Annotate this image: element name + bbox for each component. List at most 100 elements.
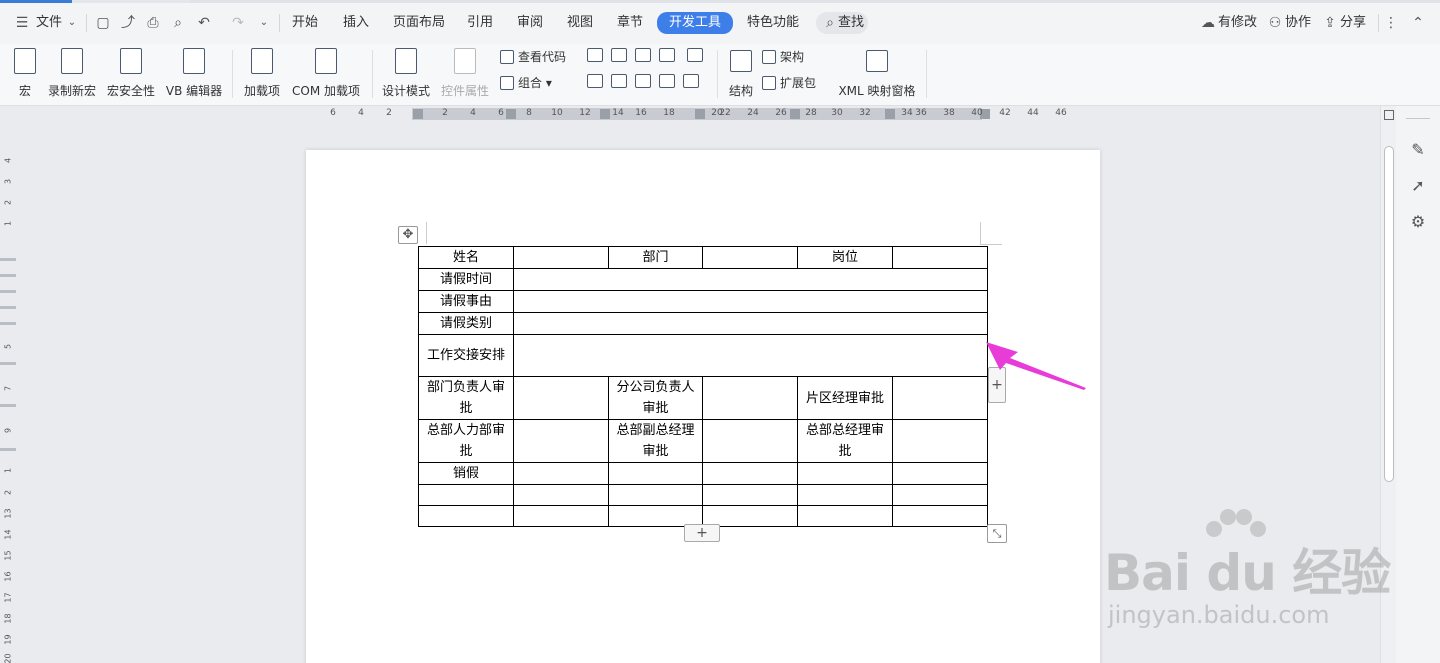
table-cell[interactable] [797,462,893,485]
customize-icon[interactable]: ⌄ [254,13,274,33]
undo-icon[interactable]: ↶ [194,13,214,33]
modified-status[interactable]: 有修改 [1218,13,1257,33]
tab-home[interactable]: 开始 [292,13,318,33]
print-icon[interactable]: ⎙ [143,13,163,33]
table-cell[interactable] [892,419,988,463]
table-cell[interactable] [513,312,988,335]
export-icon[interactable]: ⤴ [118,13,138,33]
tab-chapter[interactable]: 章节 [617,13,643,33]
table-cell[interactable]: 请假类别 [418,312,514,335]
horizontal-ruler[interactable]: 6 4 2 2 4 6 8 10 12 14 16 18 20 22 24 26… [0,106,1380,122]
vb-editor-button[interactable]: VB 编辑器 [164,48,224,99]
rich-text-control-icon[interactable] [611,48,627,62]
table-cell[interactable] [418,505,514,527]
table-cell[interactable] [513,246,609,269]
select-cursor-icon[interactable]: ➚ [1408,176,1428,196]
text-control-icon[interactable] [587,48,603,62]
scroll-top-icon[interactable] [1384,110,1394,120]
chevron-down-icon[interactable]: ⌄ [62,13,82,33]
table-cell[interactable]: 总部副总经理审批 [608,419,703,463]
vertical-ruler[interactable]: 4 3 2 1 5 7 9 1 2 13 14 15 16 17 18 19 2… [0,122,18,663]
addins-button[interactable]: 加载项 [242,48,282,99]
table-cell[interactable]: 销假 [418,462,514,485]
tab-review[interactable]: 审阅 [517,13,543,33]
table-cell[interactable]: 请假时间 [418,268,514,291]
table-cell[interactable] [513,484,609,506]
table-cell[interactable]: 工作交接安排 [418,334,514,377]
table-cell[interactable] [892,505,988,527]
table-cell[interactable] [608,484,703,506]
more-options-icon[interactable]: ⋮ [1381,13,1401,33]
table-cell[interactable] [513,505,609,527]
legacy-tools-icon[interactable] [683,74,699,88]
cloud-sync-icon[interactable]: ☁ [1198,13,1218,33]
table-cell[interactable] [892,484,988,506]
xml-pane-button[interactable]: XML 映射窗格 [834,48,920,99]
structure-button[interactable]: 结构 [726,48,756,99]
table-cell[interactable] [702,419,798,463]
combo-control-icon[interactable] [659,48,675,62]
redo-icon[interactable]: ↷ [228,13,248,33]
collapse-ribbon-icon[interactable]: ⌃ [1408,13,1428,33]
table-cell[interactable] [608,462,703,485]
table-cell[interactable]: 部门 [608,246,703,269]
share-icon[interactable]: ⇪ [1320,13,1340,33]
hamburger-menu-icon[interactable]: ☰ [12,13,32,33]
collab-button[interactable]: 协作 [1285,13,1311,33]
macro-security-button[interactable]: 宏安全性 [104,48,158,99]
table-cell[interactable] [513,419,609,463]
view-code-button[interactable]: 查看代码 [500,48,566,66]
table-cell[interactable]: 请假事由 [418,290,514,313]
checkbox-control-icon[interactable] [687,48,703,62]
schema-button[interactable]: 架构 [762,48,804,66]
dropdown-control-icon[interactable] [587,74,603,88]
table-cell[interactable] [513,376,609,420]
tab-developer[interactable]: 开发工具 [657,12,734,34]
group-button[interactable]: 组合 ▾ [500,74,552,92]
share-button[interactable]: 分享 [1340,13,1366,33]
table-cell[interactable]: 岗位 [797,246,893,269]
table-cell[interactable] [892,462,988,485]
date-control-icon[interactable] [611,74,627,88]
table-resize-handle[interactable]: ⤡ [987,524,1007,543]
table-cell[interactable]: 姓名 [418,246,514,269]
table-cell[interactable] [797,484,893,506]
control-properties-button[interactable]: 控件属性 [438,48,492,99]
vertical-scrollbar[interactable] [1380,106,1396,663]
table-cell[interactable] [513,334,988,377]
table-cell[interactable] [702,484,798,506]
table-cell[interactable]: 片区经理审批 [797,376,893,420]
collab-icon[interactable]: ⚇ [1265,13,1285,33]
table-cell[interactable] [513,268,988,291]
tab-references[interactable]: 引用 [467,13,493,33]
macro-button[interactable]: 宏 [12,48,38,99]
table-cell[interactable] [797,505,893,527]
table-cell[interactable] [702,246,798,269]
scrollbar-thumb[interactable] [1384,146,1394,482]
com-addins-button[interactable]: COM 加载项 [288,48,364,99]
expansion-pack-button[interactable]: 扩展包 [762,74,816,92]
add-row-button[interactable]: + [684,524,720,542]
table-cell[interactable] [513,462,609,485]
picture-control-icon[interactable] [635,48,651,62]
table-cell[interactable]: 部门负责人审批 [418,376,514,420]
save-icon[interactable]: ▢ [93,13,113,33]
table-cell[interactable] [702,462,798,485]
record-macro-button[interactable]: 录制新宏 [46,48,98,99]
table-cell[interactable]: 分公司负责人审批 [608,376,703,420]
table-cell[interactable]: 总部总经理审批 [797,419,893,463]
tab-view[interactable]: 视图 [567,13,593,33]
tab-insert[interactable]: 插入 [343,13,369,33]
print-preview-icon[interactable]: ⌕ [168,13,188,33]
repeat-control-icon[interactable] [659,74,675,88]
edit-pen-icon[interactable]: ✎ [1408,140,1428,160]
settings-sliders-icon[interactable]: ⚙ [1408,212,1428,232]
table-move-handle[interactable]: ✥ [398,226,418,244]
table-cell[interactable] [892,246,988,269]
tab-page-layout[interactable]: 页面布局 [393,13,445,33]
building-block-control-icon[interactable] [635,74,651,88]
table-cell[interactable] [892,376,988,420]
table-cell[interactable] [513,290,988,313]
design-mode-button[interactable]: 设计模式 [380,48,432,99]
file-menu-label[interactable]: 文件 [36,13,62,33]
